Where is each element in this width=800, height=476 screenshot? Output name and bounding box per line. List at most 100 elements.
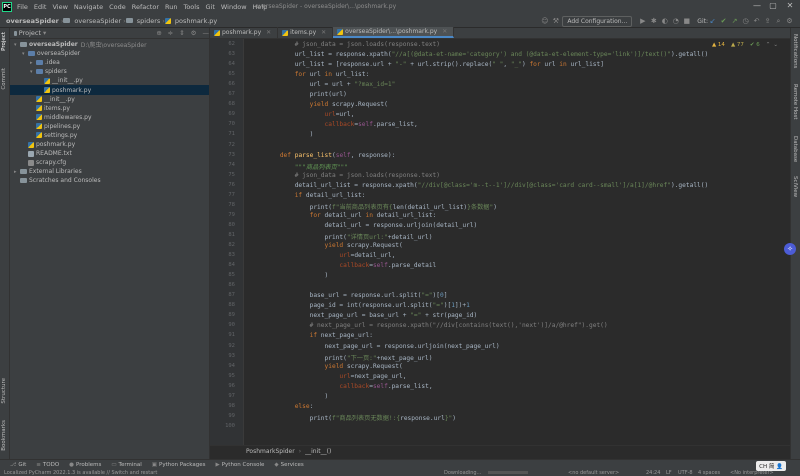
tree-item[interactable]: poshmark.py bbox=[10, 85, 209, 95]
tree-item[interactable]: Scratches and Consoles bbox=[10, 176, 209, 185]
code-line[interactable]: print(url) bbox=[250, 91, 347, 98]
code-line[interactable]: callback=self.parse_list, bbox=[250, 121, 418, 128]
breadcrumb-project[interactable]: overseaSpider bbox=[4, 17, 61, 25]
code-line[interactable]: yield scrapy.Request( bbox=[250, 363, 403, 370]
project-toolwindow-tab[interactable]: Project bbox=[1, 32, 7, 51]
vcs-server[interactable]: <no default server> bbox=[568, 470, 619, 476]
bookmarks-toolwindow-tab[interactable]: Bookmarks bbox=[1, 420, 7, 451]
history-icon[interactable]: ◷ bbox=[741, 17, 750, 25]
tree-item[interactable]: middlewares.py bbox=[10, 113, 209, 122]
indent-setting[interactable]: 4 spaces bbox=[698, 470, 720, 476]
menu-run[interactable]: Run bbox=[162, 3, 180, 11]
toolwindow-services[interactable]: ◆ Services bbox=[274, 462, 303, 468]
chevron-up-icon[interactable]: ⌃ bbox=[766, 42, 771, 48]
code-line[interactable]: url=url, bbox=[250, 111, 355, 118]
chevron-down-icon[interactable]: ⌄ bbox=[773, 42, 778, 48]
collapse-all-icon[interactable]: ≑ bbox=[168, 29, 173, 37]
code-line[interactable]: next_page_url = base_url + "=" + str(pag… bbox=[250, 312, 478, 319]
close-icon[interactable]: ✕ bbox=[785, 1, 795, 10]
code-line[interactable]: if detail_url_list: bbox=[250, 192, 366, 199]
tree-item[interactable]: scrapy.cfg bbox=[10, 158, 209, 167]
warning-count[interactable]: ▲ 14 bbox=[712, 42, 725, 48]
close-tab-icon[interactable]: ✕ bbox=[321, 29, 326, 36]
menu-edit[interactable]: Edit bbox=[31, 3, 50, 11]
toolwindow-todo[interactable]: ≡ TODO bbox=[36, 462, 59, 468]
project-panel-title[interactable]: Project bbox=[19, 29, 41, 37]
build-icon[interactable]: ⚒ bbox=[551, 17, 560, 25]
code-line[interactable]: print("下一页:"+next_page_url) bbox=[250, 353, 433, 362]
code-line[interactable]: print("详情页url:"+detail_url) bbox=[250, 232, 433, 241]
expand-all-icon[interactable]: ⇕ bbox=[179, 29, 184, 37]
code-line[interactable]: """商品列表页""" bbox=[250, 162, 348, 171]
code-line[interactable]: detail_url_list = response.xpath("//div[… bbox=[250, 182, 709, 189]
code-line[interactable]: if next_page_url: bbox=[250, 332, 373, 339]
typo-count[interactable]: ✔ 6 bbox=[750, 42, 760, 48]
toolwindow-terminal[interactable]: ▭ Terminal bbox=[111, 462, 141, 468]
code-line[interactable]: page_id = int(response.url.split("=")[1]… bbox=[250, 302, 470, 309]
code-line[interactable]: yield scrapy.Request( bbox=[250, 101, 388, 108]
hide-icon[interactable]: — bbox=[203, 29, 210, 37]
database-tab[interactable]: Database bbox=[792, 136, 798, 162]
menu-view[interactable]: View bbox=[49, 3, 70, 11]
tree-item[interactable]: __init__.py bbox=[10, 76, 209, 85]
method-crumb[interactable]: __init__() bbox=[305, 448, 331, 455]
chevron-down-icon[interactable]: ▾ bbox=[43, 29, 46, 37]
code-line[interactable]: url=detail_url, bbox=[250, 252, 395, 259]
git-commit-icon[interactable]: ✔ bbox=[719, 17, 728, 25]
ime-indicator[interactable]: CH 简 👤 bbox=[756, 461, 786, 471]
notifications-tab[interactable]: Notifications bbox=[792, 34, 798, 68]
code-line[interactable]: callback=self.parse_list, bbox=[250, 383, 432, 390]
settings-icon[interactable]: ⚙ bbox=[785, 17, 794, 25]
code-line[interactable]: ) bbox=[250, 393, 329, 400]
breadcrumb-file[interactable]: poshmark.py bbox=[173, 17, 219, 25]
tree-item[interactable]: README.txt bbox=[10, 149, 209, 158]
tree-item[interactable]: items.py bbox=[10, 104, 209, 113]
git-push-icon[interactable]: ↗ bbox=[730, 17, 739, 25]
git-update-icon[interactable]: ↙ bbox=[708, 17, 717, 25]
debug-icon[interactable]: ✱ bbox=[649, 17, 658, 25]
tree-item[interactable]: settings.py bbox=[10, 131, 209, 140]
sciview-tab[interactable]: SciView bbox=[792, 176, 798, 197]
download-progress[interactable]: Downloading... bbox=[444, 470, 481, 476]
code-editor[interactable]: 62 63 64 65 66 67 68 69 70 71 72 73 74 75 76 77 78 79 80 81… bbox=[210, 39, 790, 445]
menu-tools[interactable]: Tools bbox=[180, 3, 202, 11]
profile-icon[interactable]: ◔ bbox=[671, 17, 680, 25]
rollback-icon[interactable]: ↶ bbox=[752, 17, 761, 25]
menu-navigate[interactable]: Navigate bbox=[71, 3, 106, 11]
file-encoding[interactable]: UTF-8 bbox=[678, 470, 693, 476]
toolwindow-python-console[interactable]: ▶ Python Console bbox=[215, 462, 264, 468]
line-separator[interactable]: LF bbox=[666, 470, 672, 476]
toolwindow-git[interactable]: ⎇ Git bbox=[10, 462, 26, 468]
search-icon[interactable]: ⌕ bbox=[774, 17, 783, 26]
share-icon[interactable]: ⇪ bbox=[763, 17, 772, 25]
menu-file[interactable]: File bbox=[14, 3, 31, 11]
add-configuration-button[interactable]: Add Configuration... bbox=[562, 15, 633, 27]
close-tab-icon[interactable]: ✕ bbox=[442, 28, 447, 35]
editor-tab[interactable]: poshmark.py ✕ bbox=[210, 27, 279, 38]
tree-item[interactable]: ▾ spiders bbox=[10, 67, 209, 76]
tree-item[interactable]: pipelines.py bbox=[10, 122, 209, 131]
tree-item[interactable]: ▸ .idea bbox=[10, 58, 209, 67]
class-crumb[interactable]: PoshmarkSpider bbox=[246, 448, 295, 455]
structure-toolwindow-tab[interactable]: Structure bbox=[1, 378, 7, 404]
menu-code[interactable]: Code bbox=[106, 3, 129, 11]
code-line[interactable]: print(f"当前商品列表页有{len(detail_url_list)}条数… bbox=[250, 202, 497, 211]
code-line[interactable]: url=next_page_url, bbox=[250, 373, 406, 380]
tree-item[interactable]: __init__.py bbox=[10, 95, 209, 104]
code-line[interactable]: for detail_url in detail_url_list: bbox=[250, 212, 437, 219]
breadcrumb-package[interactable]: overseaSpider bbox=[72, 17, 123, 25]
toolwindow-python-packages[interactable]: ▣ Python Packages bbox=[152, 462, 206, 468]
code-line[interactable]: def parse_list(self, response): bbox=[250, 152, 396, 159]
minimize-icon[interactable]: — bbox=[752, 1, 762, 10]
code-line[interactable]: yield scrapy.Request( bbox=[250, 242, 403, 249]
code-line[interactable]: else: bbox=[250, 403, 314, 410]
caret-position[interactable]: 24:24 bbox=[646, 470, 660, 476]
code-line[interactable]: url_list = [response.url + "-" + url.str… bbox=[250, 61, 604, 68]
code-line[interactable]: detail_url = response.urljoin(detail_url… bbox=[250, 222, 478, 229]
commit-toolwindow-tab[interactable]: Commit bbox=[1, 68, 7, 90]
code-line[interactable]: url = url + "?max_id=1" bbox=[250, 81, 396, 88]
breadcrumb-spiders[interactable]: spiders bbox=[135, 17, 163, 25]
code-line[interactable]: # json_data = json.loads(response.text) bbox=[250, 172, 440, 179]
code-line[interactable]: for url in url_list: bbox=[250, 71, 370, 78]
locate-icon[interactable]: ⊕ bbox=[156, 29, 161, 37]
